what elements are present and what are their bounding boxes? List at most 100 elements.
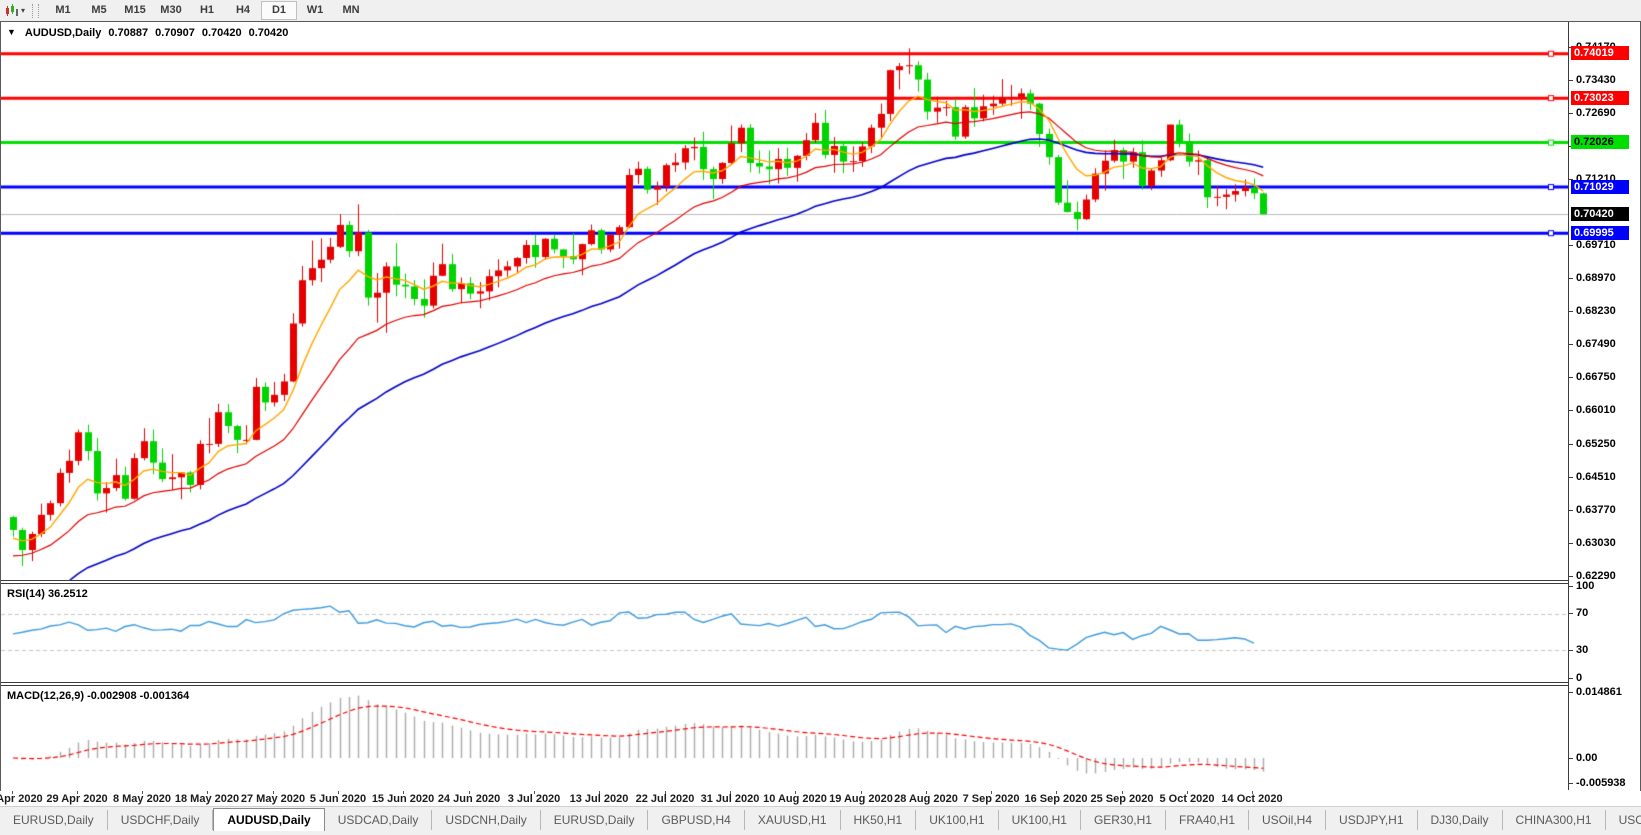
price-chart-canvas[interactable] xyxy=(1,22,1568,790)
price-level-tag-resistance-1: 0.74019 xyxy=(1571,46,1629,60)
date-label: 27 May 2020 xyxy=(241,793,305,805)
chart-tab-bar: EURUSD,DailyUSDCHF,DailyAUDUSD,DailyUSDC… xyxy=(0,806,1641,832)
timeframe-button-w1[interactable]: W1 xyxy=(297,1,333,20)
date-label: 29 Apr 2020 xyxy=(46,793,107,805)
macd-axis-label-tick xyxy=(1569,783,1573,784)
date-label: 19 Aug 2020 xyxy=(829,793,893,805)
price-axis-label: 0.68230 xyxy=(1576,305,1616,317)
ohlc-close: 0.70420 xyxy=(249,27,289,39)
price-axis-label-tick xyxy=(1569,444,1573,445)
timeframe-button-m15[interactable]: M15 xyxy=(117,1,153,20)
chart-tab-hk50-h1[interactable]: HK50,H1 xyxy=(841,810,917,830)
timeframe-button-m1[interactable]: M1 xyxy=(45,1,81,20)
timeframe-button-m30[interactable]: M30 xyxy=(153,1,189,20)
macd-axis-label: -0.005938 xyxy=(1576,777,1626,789)
ohlc-open: 0.70887 xyxy=(108,27,148,39)
date-label: 7 Sep 2020 xyxy=(963,793,1020,805)
chart-tab-gbpusd-h4[interactable]: GBPUSD,H4 xyxy=(648,810,744,830)
panel-separator[interactable] xyxy=(1,583,1640,584)
panel-separator[interactable] xyxy=(1,682,1640,683)
current-price-tag: 0.70420 xyxy=(1571,207,1629,221)
timeframe-button-h4[interactable]: H4 xyxy=(225,1,261,20)
rsi-axis-label-tick xyxy=(1569,613,1573,614)
date-label: 15 Jun 2020 xyxy=(372,793,434,805)
timeframe-toolbar: ▾ M1M5M15M30H1H4D1W1MN xyxy=(0,0,1641,22)
chart-tab-eurusd-daily[interactable]: EURUSD,Daily xyxy=(541,810,649,830)
macd-axis-label: 0.00 xyxy=(1576,752,1597,764)
timeframe-button-m5[interactable]: M5 xyxy=(81,1,117,20)
timeframe-button-mn[interactable]: MN xyxy=(333,1,369,20)
date-label: 13 Jul 2020 xyxy=(570,793,629,805)
price-axis-label-tick xyxy=(1569,311,1573,312)
price-axis-label: 0.66010 xyxy=(1576,404,1616,416)
price-axis-label-tick xyxy=(1569,510,1573,511)
price-axis-label: 0.73430 xyxy=(1576,74,1616,86)
chart-tab-xauusd-h1[interactable]: XAUUSD,H1 xyxy=(745,810,841,830)
ohlc-low: 0.70420 xyxy=(202,27,242,39)
timeframe-button-h1[interactable]: H1 xyxy=(189,1,225,20)
chart-tab-usdjpy-h1[interactable]: USDJPY,H1 xyxy=(1326,810,1417,830)
chart-tab-china300-h1[interactable]: CHINA300,H1 xyxy=(1503,810,1606,830)
chart-tab-uk100-h1[interactable]: UK100,H1 xyxy=(999,810,1081,830)
price-axis-label: 0.65250 xyxy=(1576,438,1616,450)
chart-tab-fra40-h1[interactable]: FRA40,H1 xyxy=(1166,810,1249,830)
price-axis-label: 0.69710 xyxy=(1576,239,1616,251)
date-label: 5 Jun 2020 xyxy=(310,793,366,805)
date-label: 3 Jul 2020 xyxy=(508,793,561,805)
panel-separator[interactable] xyxy=(1,580,1640,581)
time-axis[interactable]: 20 Apr 202029 Apr 20208 May 202018 May 2… xyxy=(0,791,1641,806)
price-level-tag-pivot: 0.72026 xyxy=(1571,135,1629,149)
price-level-tag-resistance-2: 0.73023 xyxy=(1571,91,1629,105)
price-axis-label-tick xyxy=(1569,344,1573,345)
date-label: 24 Jun 2020 xyxy=(438,793,500,805)
chart-type-icon[interactable]: ▾ xyxy=(2,2,28,19)
date-label: 16 Sep 2020 xyxy=(1025,793,1088,805)
window-menu-caret-icon[interactable]: ▼ xyxy=(7,27,16,39)
timeframe-button-d1[interactable]: D1 xyxy=(261,1,297,20)
price-axis-label: 0.64510 xyxy=(1576,471,1616,483)
chart-tab-dj30-daily[interactable]: DJ30,Daily xyxy=(1418,810,1503,830)
chart-tab-usoil-h1[interactable]: USOil,H1 xyxy=(1606,810,1641,830)
mt4-application: ▾ M1M5M15M30H1H4D1W1MN ▼ AUDUSD,Daily 0.… xyxy=(0,0,1641,835)
price-axis-label: 0.68970 xyxy=(1576,272,1616,284)
timeframe-buttons: M1M5M15M30H1H4D1W1MN xyxy=(45,1,369,20)
rsi-indicator-label: RSI(14) 36.2512 xyxy=(7,588,88,600)
date-label: 8 May 2020 xyxy=(113,793,171,805)
date-label: 14 Oct 2020 xyxy=(1221,793,1282,805)
chart-tab-usdcnh-daily[interactable]: USDCNH,Daily xyxy=(432,810,540,830)
rsi-axis-label-tick xyxy=(1569,586,1573,587)
toolbar-grip[interactable] xyxy=(32,4,39,18)
chart-tab-usdcad-daily[interactable]: USDCAD,Daily xyxy=(325,810,433,830)
chart-tab-audusd-daily[interactable]: AUDUSD,Daily xyxy=(213,808,324,832)
chart-tab-usdchf-daily[interactable]: USDCHF,Daily xyxy=(108,810,214,830)
macd-axis-label-tick xyxy=(1569,758,1573,759)
price-axis-label: 0.67490 xyxy=(1576,338,1616,350)
chart-tab-ger30-h1[interactable]: GER30,H1 xyxy=(1081,810,1166,830)
price-axis-label-tick xyxy=(1569,410,1573,411)
price-axis[interactable]: 0.741700.734300.726900.719500.712100.697… xyxy=(1568,22,1640,790)
date-label: 28 Aug 2020 xyxy=(894,793,958,805)
price-axis-label-tick xyxy=(1569,80,1573,81)
chart-title: ▼ AUDUSD,Daily 0.70887 0.70907 0.70420 0… xyxy=(7,27,288,39)
price-level-tag-support-1: 0.71029 xyxy=(1571,180,1629,194)
price-axis-label: 0.63770 xyxy=(1576,504,1616,516)
rsi-axis-label-tick xyxy=(1569,650,1573,651)
price-axis-label-tick xyxy=(1569,245,1573,246)
chart-symbol: AUDUSD,Daily xyxy=(25,27,101,39)
chart-window: ▼ AUDUSD,Daily 0.70887 0.70907 0.70420 0… xyxy=(0,21,1641,793)
panel-separator[interactable] xyxy=(1,685,1640,686)
price-axis-label-tick xyxy=(1569,278,1573,279)
chart-tab-eurusd-daily[interactable]: EURUSD,Daily xyxy=(0,810,108,830)
chart-tab-uk100-h1[interactable]: UK100,H1 xyxy=(916,810,998,830)
price-axis-label: 0.66750 xyxy=(1576,371,1616,383)
date-label: 10 Aug 2020 xyxy=(763,793,827,805)
ohlc-high: 0.70907 xyxy=(155,27,195,39)
status-strip xyxy=(0,831,1641,835)
price-axis-label-tick xyxy=(1569,477,1573,478)
date-label: 5 Oct 2020 xyxy=(1159,793,1214,805)
chart-tab-usoil-h4[interactable]: USOil,H4 xyxy=(1249,810,1326,830)
date-label: 20 Apr 2020 xyxy=(0,793,43,805)
price-axis-label: 0.63030 xyxy=(1576,537,1616,549)
date-label: 22 Jul 2020 xyxy=(636,793,695,805)
macd-indicator-label: MACD(12,26,9) -0.002908 -0.001364 xyxy=(7,690,189,702)
